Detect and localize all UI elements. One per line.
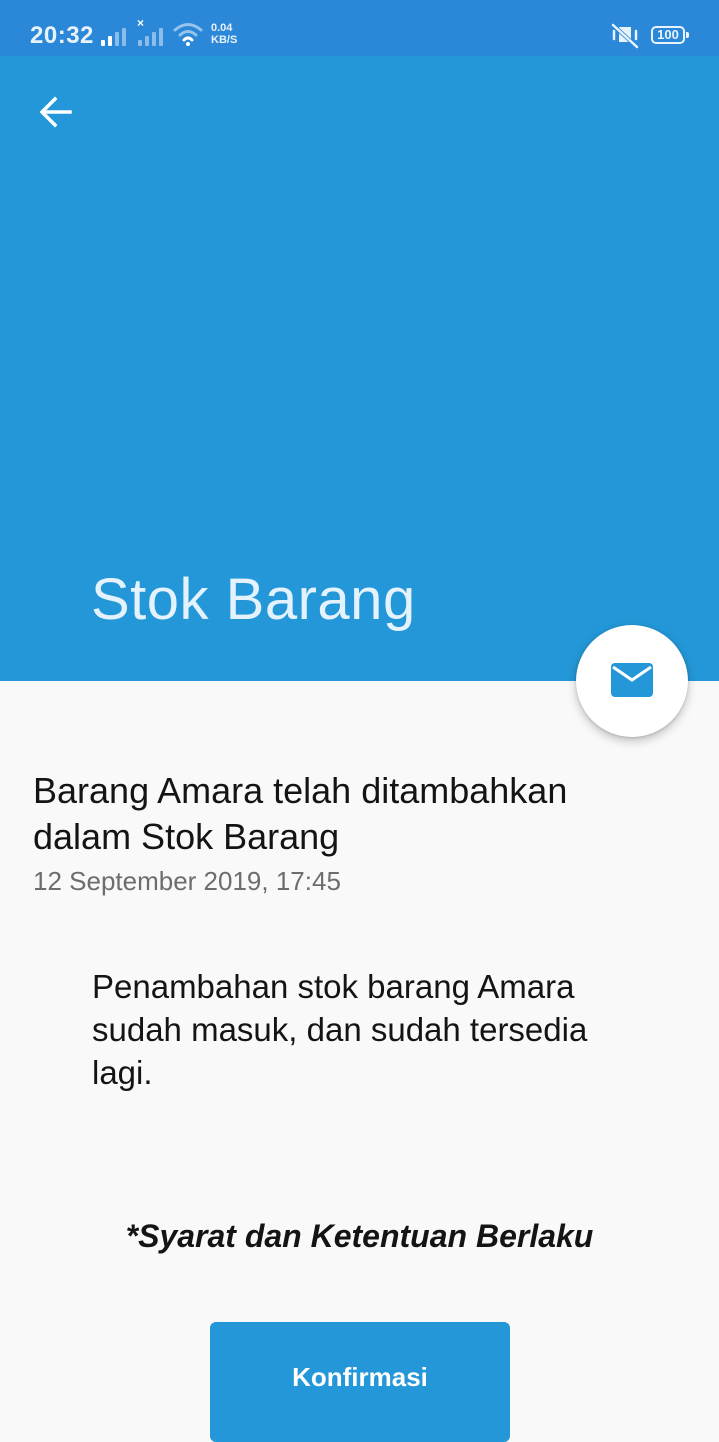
header: Stok Barang: [0, 56, 719, 681]
wifi-icon: [173, 23, 203, 46]
mail-icon: [611, 663, 653, 697]
message-body: Penambahan stok barang Amara sudah masuk…: [92, 968, 588, 1091]
page-title: Stok Barang: [91, 567, 416, 632]
network-speed: 0.04 KB/S: [211, 22, 237, 46]
status-bar: 20:32 × 0.04 KB/S 100: [0, 0, 719, 56]
mail-button[interactable]: [576, 625, 688, 737]
network-speed-value: 0.04: [211, 22, 233, 34]
confirm-button-label: Konfirmasi: [292, 1362, 428, 1392]
status-time: 20:32: [30, 22, 94, 49]
arrow-left-icon: [39, 96, 72, 128]
signal-icon: [101, 22, 131, 46]
confirm-button[interactable]: Konfirmasi: [210, 1322, 510, 1442]
back-button[interactable]: [30, 92, 82, 132]
message-title: Barang Amara telah ditambahkan dalam Sto…: [33, 770, 568, 857]
message-date: 12 September 2019, 17:45: [33, 866, 341, 896]
signal-no-sim-icon: ×: [137, 16, 168, 46]
battery-icon: 100: [651, 26, 689, 44]
terms-notice: *Syarat dan Ketentuan Berlaku: [125, 1218, 594, 1254]
mute-icon: [611, 23, 639, 49]
network-speed-unit: KB/S: [211, 34, 238, 46]
